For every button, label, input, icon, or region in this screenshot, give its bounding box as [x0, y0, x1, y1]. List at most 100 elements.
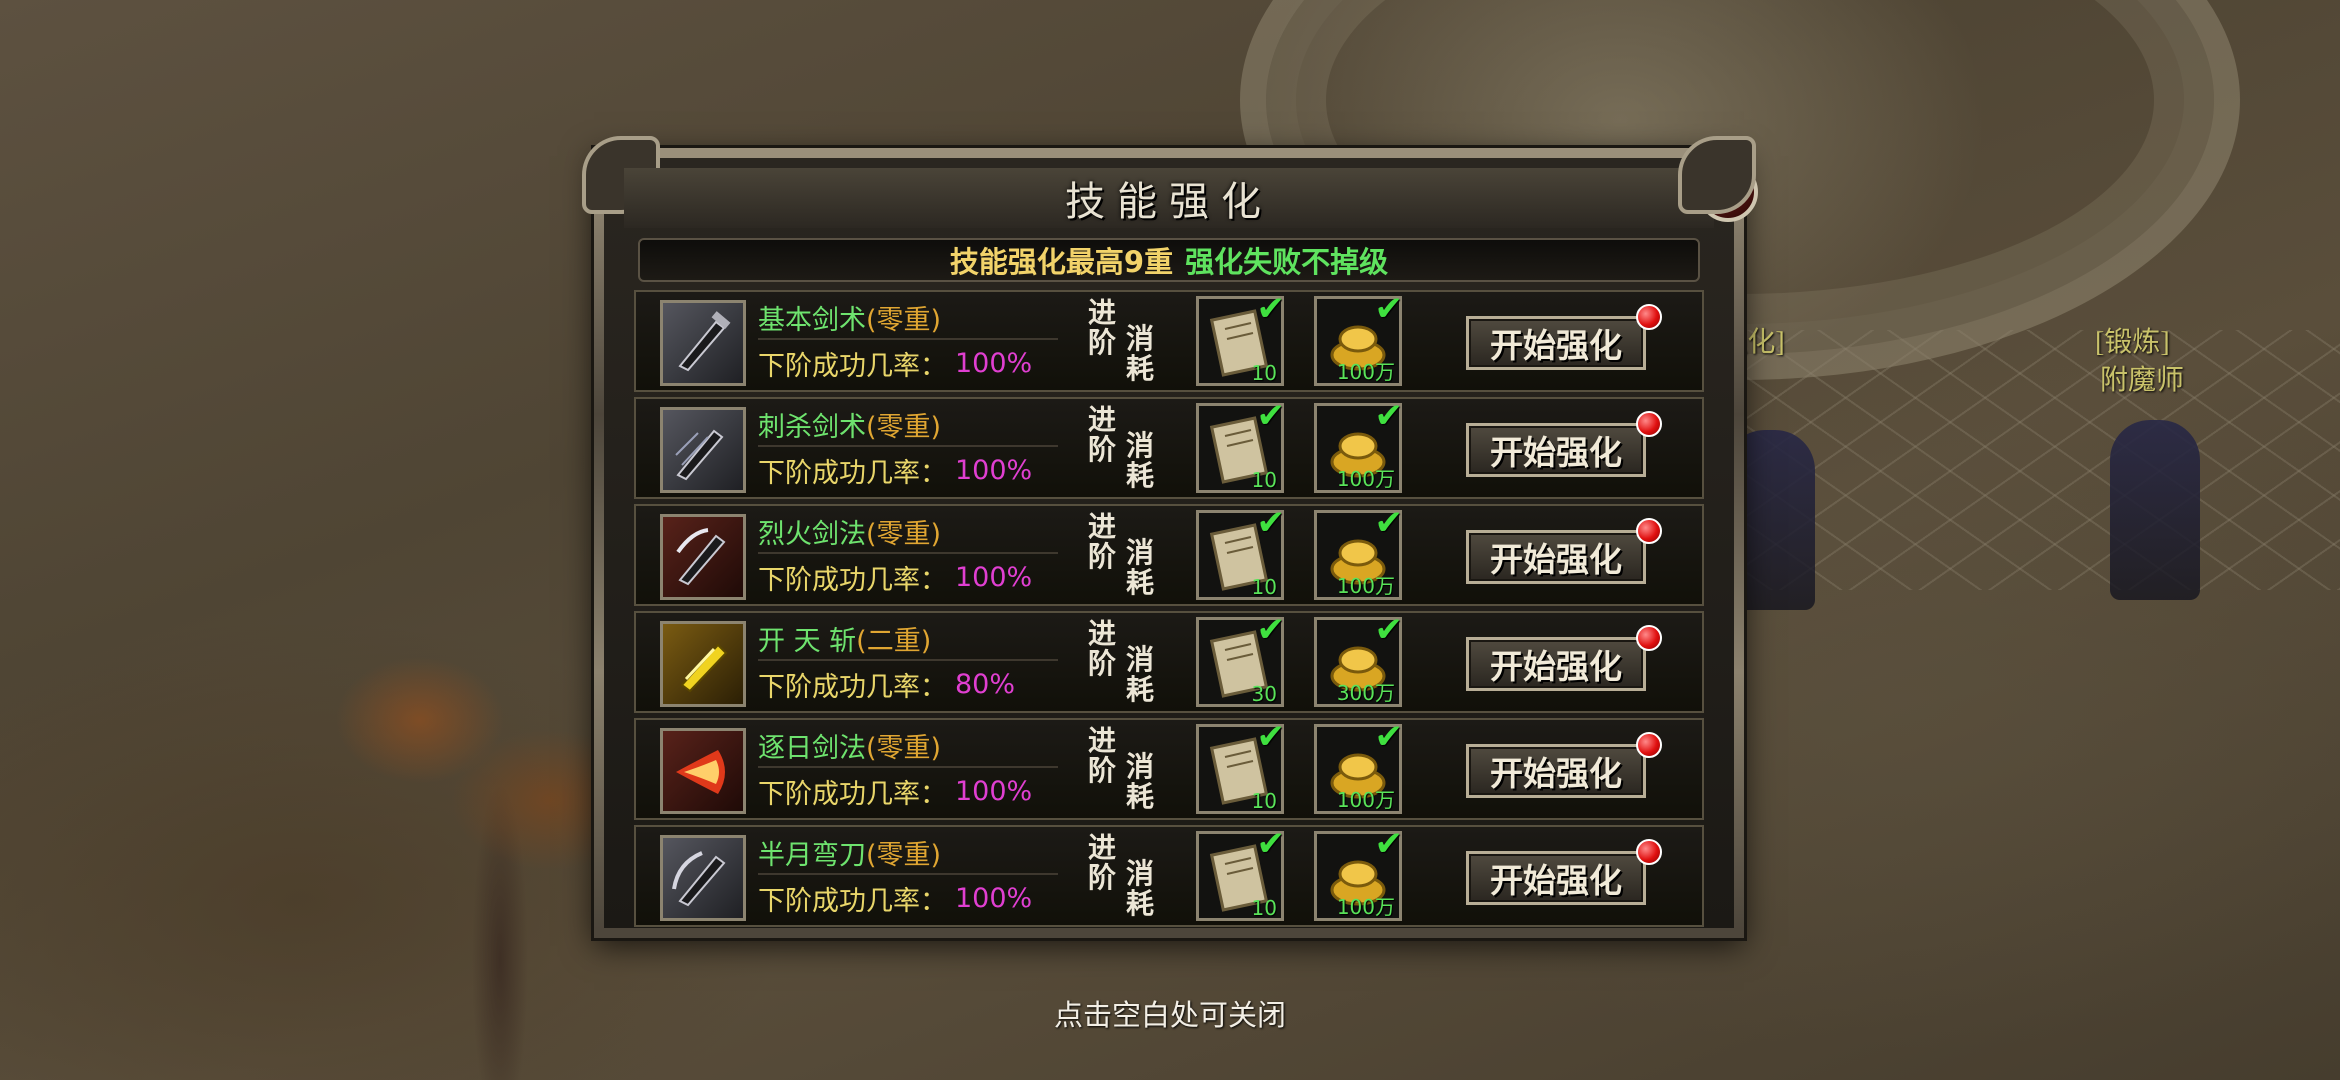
- skill-row: 基本剑术 (零重) 下阶成功几率： 100% 进阶 消耗 ✔ 10 ✔ 100万 开始…: [634, 289, 1704, 392]
- check-icon: ✔: [1374, 824, 1404, 864]
- start-enhance-button[interactable]: 开始强化: [1466, 423, 1646, 477]
- start-enhance-button[interactable]: 开始强化: [1466, 744, 1646, 798]
- close-hint: 点击空白处可关闭: [1053, 998, 1286, 1032]
- skill-level: (零重): [866, 304, 942, 336]
- gold-count: 100万: [1336, 574, 1395, 598]
- skill-list: 基本剑术 (零重) 下阶成功几率： 100% 进阶 消耗 ✔ 10 ✔ 100万 开始…: [634, 289, 1704, 932]
- check-icon: ✔: [1374, 717, 1404, 757]
- notification-dot: [1636, 518, 1662, 544]
- npc-enchanter[interactable]: [2110, 420, 2200, 600]
- floor-tiles: [1700, 330, 2340, 590]
- skill-level: (二重): [856, 625, 932, 657]
- scroll-item-slot[interactable]: ✔ 10: [1196, 289, 1285, 386]
- thrust-sword-icon: [660, 407, 746, 493]
- skill-level: (零重): [866, 839, 942, 871]
- skill-level: (零重): [866, 411, 942, 443]
- check-icon: ✔: [1374, 610, 1404, 650]
- cost-label: 进阶 消耗: [1088, 831, 1155, 920]
- skill-name: 逐日剑法: [758, 732, 866, 764]
- gold-item-slot[interactable]: ✔ 100万: [1314, 289, 1403, 386]
- start-enhance-button[interactable]: 开始强化: [1466, 530, 1646, 584]
- npc-right-label: [锻炼]: [2095, 327, 2170, 358]
- scroll-item-slot[interactable]: ✔ 10: [1196, 824, 1285, 921]
- notification-dot: [1636, 839, 1662, 865]
- gold-count: 100万: [1336, 788, 1395, 812]
- start-enhance-button[interactable]: 开始强化: [1466, 851, 1646, 905]
- gold-count: 100万: [1336, 467, 1395, 491]
- skill-row: 逐日剑法 (零重) 下阶成功几率： 100% 进阶 消耗 ✔ 10 ✔ 100万 开始…: [634, 717, 1704, 820]
- scroll-item-slot[interactable]: ✔ 10: [1196, 717, 1285, 814]
- notification-dot: [1636, 625, 1662, 651]
- skill-info: 烈火剑法 (零重) 下阶成功几率： 100%: [758, 510, 1058, 600]
- gold-count: 100万: [1336, 895, 1395, 919]
- sun-fire-icon: [660, 728, 746, 814]
- check-icon: ✔: [1256, 610, 1286, 650]
- skill-name: 开 天 斩: [758, 625, 857, 657]
- fire-sword-icon: [660, 514, 746, 600]
- check-icon: ✔: [1374, 289, 1404, 329]
- cost-label: 进阶 消耗: [1088, 296, 1155, 385]
- skill-info: 基本剑术 (零重) 下阶成功几率： 100%: [758, 296, 1058, 386]
- sword-icon: [660, 300, 746, 386]
- check-icon: ✔: [1256, 717, 1286, 757]
- scroll-count: 30: [1251, 682, 1277, 706]
- skill-level: (零重): [866, 518, 942, 550]
- scroll-count: 10: [1251, 361, 1277, 385]
- notification-dot: [1636, 732, 1662, 758]
- gold-item-slot[interactable]: ✔ 300万: [1314, 610, 1403, 707]
- check-icon: ✔: [1256, 503, 1286, 543]
- scroll-item-slot[interactable]: ✔ 30: [1196, 610, 1285, 707]
- npc-right-title: 附魔师: [2100, 365, 2185, 396]
- check-icon: ✔: [1374, 503, 1404, 543]
- check-icon: ✔: [1256, 396, 1286, 436]
- success-rate: 100%: [955, 882, 1033, 914]
- gold-item-slot[interactable]: ✔ 100万: [1314, 824, 1403, 921]
- start-enhance-button[interactable]: 开始强化: [1466, 637, 1646, 691]
- skill-name: 半月弯刀: [758, 839, 866, 871]
- check-icon: ✔: [1374, 396, 1404, 436]
- gold-item-slot[interactable]: ✔ 100万: [1314, 717, 1403, 814]
- dialog-title: 技能强化: [1065, 179, 1273, 225]
- skill-row: 开 天 斩 (二重) 下阶成功几率： 80% 进阶 消耗 ✔ 30 ✔ 300万 开始…: [634, 610, 1704, 713]
- check-icon: ✔: [1256, 824, 1286, 864]
- gold-item-slot[interactable]: ✔ 100万: [1314, 503, 1403, 600]
- halfmoon-blade-icon: [660, 835, 746, 921]
- skill-level: (零重): [866, 732, 942, 764]
- close-button[interactable]: ✕: [1698, 162, 1758, 222]
- skill-enhance-dialog: 技能强化 ✕ 技能强化最高9重 强化失败不掉级 基本剑术 (零重) 下阶成功几率：…: [582, 136, 1758, 938]
- cost-label: 进阶 消耗: [1088, 617, 1155, 706]
- success-rate: 100%: [955, 775, 1033, 807]
- notice-no-downgrade: 强化失败不掉级: [1185, 245, 1389, 279]
- success-rate: 100%: [955, 561, 1033, 593]
- rate-label: 下阶成功几率：: [758, 457, 947, 489]
- check-icon: ✔: [1256, 289, 1286, 329]
- scroll-item-slot[interactable]: ✔ 10: [1196, 503, 1285, 600]
- scroll-count: 10: [1251, 896, 1277, 920]
- gold-item-slot[interactable]: ✔ 100万: [1314, 396, 1403, 493]
- close-icon: ✕: [1712, 171, 1744, 213]
- skill-row: 刺杀剑术 (零重) 下阶成功几率： 100% 进阶 消耗 ✔ 10 ✔ 100万 开始…: [634, 396, 1704, 499]
- cost-label: 进阶 消耗: [1088, 724, 1155, 813]
- scroll-count: 10: [1251, 468, 1277, 492]
- skill-name: 烈火剑法: [758, 518, 866, 550]
- scroll-count: 10: [1251, 575, 1277, 599]
- success-rate: 80%: [955, 668, 1016, 700]
- golden-slash-icon: [660, 621, 746, 707]
- cost-label: 进阶 消耗: [1088, 510, 1155, 599]
- rate-label: 下阶成功几率：: [758, 778, 947, 810]
- rate-label: 下阶成功几率：: [758, 350, 947, 382]
- skill-info: 半月弯刀 (零重) 下阶成功几率： 100%: [758, 831, 1058, 921]
- gold-count: 300万: [1336, 681, 1395, 705]
- success-rate: 100%: [955, 347, 1033, 379]
- skill-info: 逐日剑法 (零重) 下阶成功几率： 100%: [758, 724, 1058, 814]
- skill-row: 半月弯刀 (零重) 下阶成功几率： 100% 进阶 消耗 ✔ 10 ✔ 100万 开始…: [634, 824, 1704, 927]
- start-enhance-button[interactable]: 开始强化: [1466, 316, 1646, 370]
- skill-info: 刺杀剑术 (零重) 下阶成功几率： 100%: [758, 403, 1058, 493]
- gold-count: 100万: [1336, 360, 1395, 384]
- notification-dot: [1636, 411, 1662, 437]
- skill-name: 基本剑术: [758, 304, 866, 336]
- rate-label: 下阶成功几率：: [758, 885, 947, 917]
- notice-bar: 技能强化最高9重 强化失败不掉级: [638, 238, 1700, 282]
- scroll-item-slot[interactable]: ✔ 10: [1196, 396, 1285, 493]
- cost-label: 进阶 消耗: [1088, 403, 1155, 492]
